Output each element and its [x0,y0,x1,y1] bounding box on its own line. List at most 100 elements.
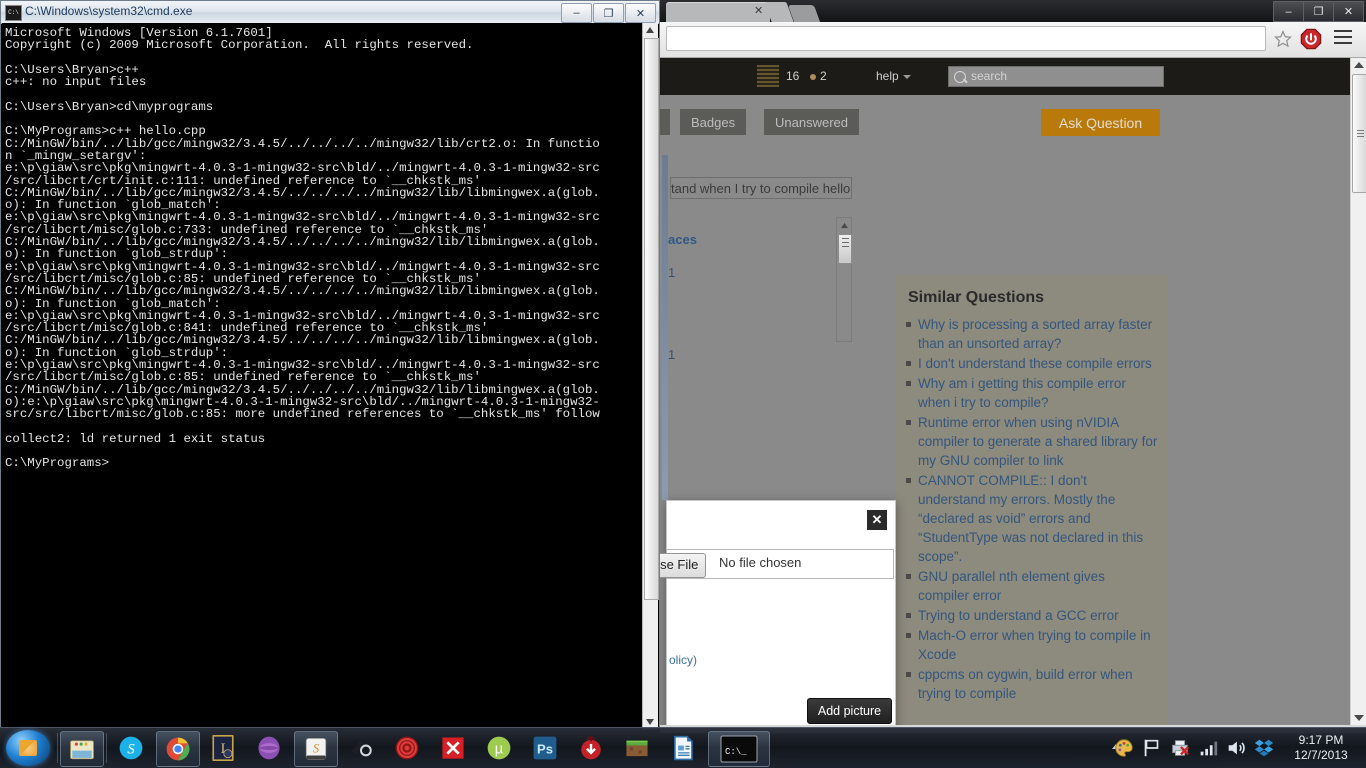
flag-icon[interactable] [1141,737,1163,759]
file-status-text: No file chosen [719,555,802,570]
scroll-down-arrow-icon[interactable] [646,719,654,725]
nav-badges-button[interactable]: Badges [680,109,747,135]
taskbar-item-google-chrome[interactable] [156,731,200,767]
scrollbar-thumb[interactable] [838,234,852,264]
bookmark-star-icon[interactable] [1274,29,1292,48]
taskbar-item-sublime-text[interactable]: S [294,731,338,767]
help-label: help [876,69,899,83]
tab-close-icon[interactable]: ✕ [754,4,763,18]
clock[interactable]: 9:17 PM 12/7/2013 [1284,733,1358,763]
taskbar-item-windows-explorer[interactable] [60,731,104,767]
list-item[interactable]: Mach-O error when trying to compile in X… [906,626,1158,664]
speaker-icon[interactable] [1225,737,1247,759]
browser-toolbar [660,22,1366,58]
cmd-maximize-button[interactable]: ❐ [593,3,624,23]
cmd-minimize-button[interactable]: – [561,3,592,23]
bronze-badge-icon [810,74,816,80]
scroll-up-arrow-icon[interactable] [837,218,851,232]
cmd-scrollbar[interactable] [642,23,659,729]
badge-count[interactable]: 2 [820,69,827,83]
browser-restore-button[interactable]: ❐ [1304,1,1334,22]
photoshop-icon: Ps [533,736,557,760]
page-scrollbar-thumb[interactable] [1352,74,1366,193]
taskbar-item-download-app[interactable] [570,731,612,765]
hamburger-menu-icon[interactable] [1334,30,1352,46]
form-panel-scrollbar[interactable] [836,217,852,342]
nav-tab-partial[interactable] [660,109,670,135]
new-tab-button[interactable] [787,5,821,22]
cmd-console-output[interactable]: Microsoft Windows [Version 6.1.7601] Cop… [2,23,644,729]
add-picture-button[interactable]: Add picture [807,698,892,724]
taskbar-item-command-prompt[interactable]: C:\_ [708,731,770,767]
red-download-icon [581,735,601,760]
help-menu[interactable]: help [876,69,911,83]
scroll-up-arrow-icon[interactable] [646,27,654,33]
list-item[interactable]: Why am i getting this compile error when… [906,374,1158,412]
ask-question-button[interactable]: Ask Question [1041,109,1160,136]
taskbar-item-utorrent[interactable]: µ [478,731,520,765]
list-item[interactable]: Why is processing a sorted array faster … [906,315,1158,353]
purple-orb-icon [258,736,280,760]
list-item[interactable]: Trying to understand a GCC error [906,606,1158,625]
printer-error-icon[interactable] [1169,737,1191,759]
taskbar-item-league-of-legends[interactable]: L [202,731,244,765]
svg-text:S: S [313,741,319,755]
clock-date: 12/7/2013 [1294,748,1348,762]
document-icon [674,735,693,761]
close-icon[interactable]: ✕ [867,510,887,530]
dropbox-icon[interactable] [1253,737,1275,759]
chrome-icon [166,737,190,761]
list-item[interactable]: Runtime error when using nVIDIA compiler… [906,413,1158,470]
taskbar-item-target-app[interactable] [386,731,428,765]
dark-swoosh-icon [351,739,372,757]
stackoverflow-logo-icon[interactable] [757,65,779,87]
folder-icon [70,740,94,760]
adblock-stop-icon[interactable] [1300,28,1322,50]
site-search-input[interactable]: search [948,66,1164,87]
red-target-icon [395,736,419,760]
cmd-scrollbar-thumb[interactable] [644,38,659,600]
choose-file-button[interactable]: Choose File [660,553,707,578]
palette-icon[interactable] [1113,737,1135,759]
question-title-input[interactable]: tand when I try to compile hello. [670,177,852,199]
taskbar-item-red-x-app[interactable] [432,731,474,765]
browser-minimize-button[interactable]: – [1273,1,1304,22]
list-item[interactable]: CANNOT COMPILE:: I don't understand my e… [906,471,1158,566]
list-item[interactable]: cppcms on cygwin, build error when tryin… [906,665,1158,703]
skype-icon: S [119,736,143,760]
network-bars-icon[interactable] [1197,737,1219,759]
similar-questions-list: Why is processing a sorted array faster … [896,313,1168,703]
cmd-title-bar[interactable]: C:\ C:\Windows\system32\cmd.exe – ❐ ✕ [1,1,659,24]
start-button[interactable] [6,730,50,766]
scroll-down-arrow-icon[interactable] [1354,715,1364,721]
browser-window-controls: – ❐ ✕ [1273,1,1364,22]
scroll-up-arrow-icon[interactable] [1354,62,1364,68]
taskbar-divider [57,733,58,763]
tag-count-1: 1 [668,265,676,280]
add-picture-dialog: ✕ Choose File No file chosen olicy) Add … [660,500,896,725]
list-item[interactable]: I don't understand these compile errors [906,354,1158,373]
policy-link[interactable]: olicy) [669,653,697,667]
list-item[interactable]: GNU parallel nth element gives compiler … [906,567,1158,605]
taskbar-item-media-player[interactable] [248,731,290,765]
page-scrollbar[interactable] [1350,58,1366,725]
taskbar-item-photoshop[interactable]: Ps [524,731,566,765]
browser-window: ✕ – ❐ ✕ 16 2 help search Badges Unanswer… [660,0,1366,733]
svg-text:Ps: Ps [537,742,553,757]
command-prompt-window: C:\ C:\Windows\system32\cmd.exe – ❐ ✕ Mi… [0,0,660,730]
similar-questions-panel: Similar Questions Why is processing a so… [896,275,1168,725]
taskbar-item-skype[interactable]: S [110,731,152,765]
cmd-close-button[interactable]: ✕ [625,3,656,23]
taskbar: S L S µ Ps C:\_ 9:17 PM 12/7/2013 [0,727,1366,768]
address-bar-input[interactable] [666,26,1266,51]
cmd-title-text: C:\Windows\system32\cmd.exe [25,4,193,18]
taskbar-item-libreoffice-writer[interactable] [662,731,704,765]
ask-question-form: tand when I try to compile hello. aces 1… [660,155,1350,725]
svg-text:S: S [127,742,135,758]
browser-close-button[interactable]: ✕ [1334,1,1364,22]
taskbar-item-unknown-app[interactable] [340,731,382,765]
nav-unanswered-button[interactable]: Unanswered [764,109,859,135]
stackoverflow-page: 16 2 help search Badges Unanswered Ask Q… [660,58,1350,725]
reputation-count[interactable]: 16 [786,69,799,83]
taskbar-item-minecraft[interactable] [616,731,658,765]
